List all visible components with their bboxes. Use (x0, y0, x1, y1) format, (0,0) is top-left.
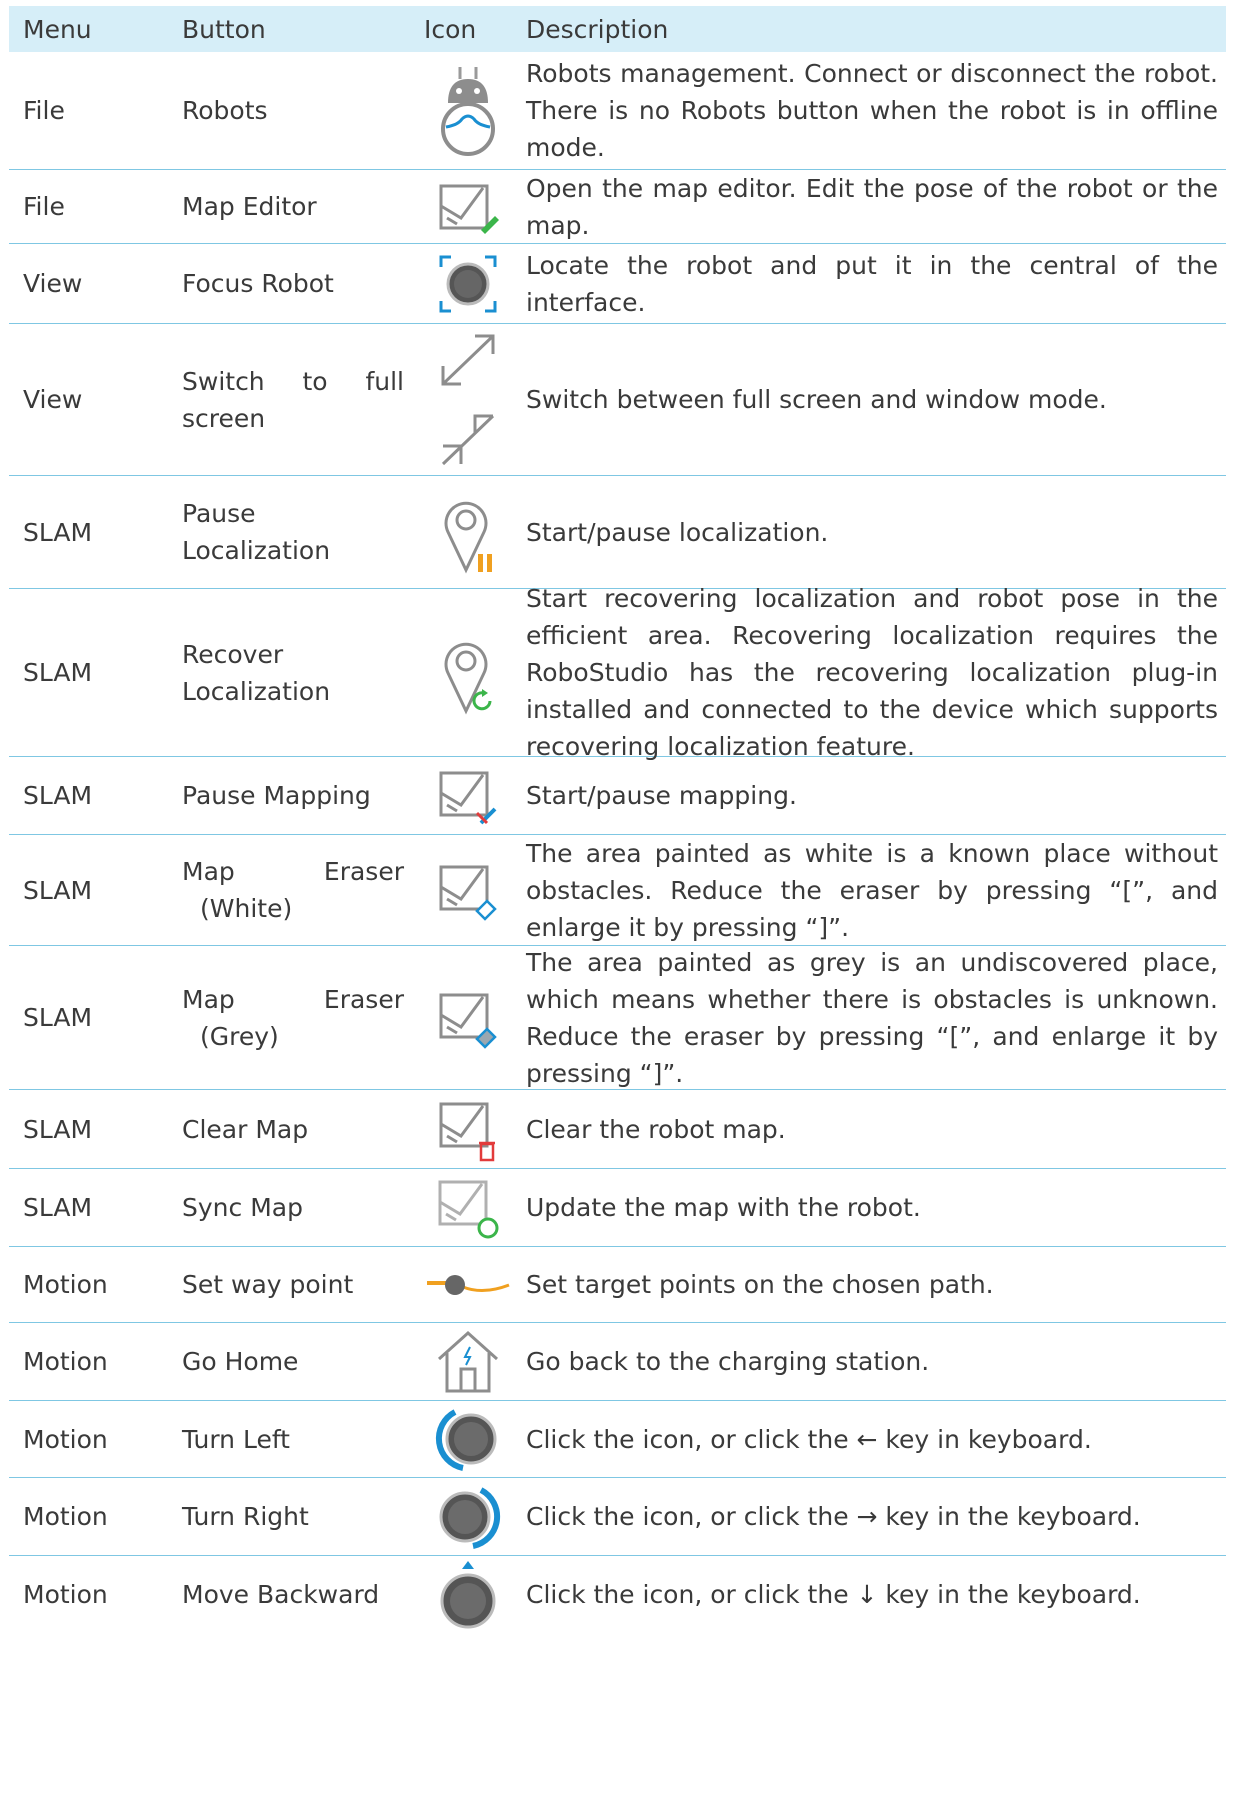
table-row: Motion Move Backward Click the icon, or … (9, 1556, 1226, 1633)
button-cell: Pause Localization (168, 495, 418, 569)
description-cell: Start/pause localization. (526, 517, 829, 547)
table-row: View Switch to full screen Switch betwee… (9, 324, 1226, 476)
menu-cell: Motion (23, 1580, 108, 1609)
button-label-line1: Pause (182, 499, 256, 528)
menu-cell: File (23, 192, 65, 221)
menu-cell: View (23, 269, 83, 298)
menu-cell: SLAM (23, 517, 93, 547)
button-label-line1: Map Eraser (182, 857, 404, 886)
description-cell: Click the icon, or click the → key in th… (526, 1502, 1141, 1531)
pause-localization-icon[interactable] (418, 490, 518, 574)
description-cell: Clear the robot map. (526, 1114, 786, 1144)
table-row: SLAM Pause Mapping Start/pause mapping. (9, 757, 1226, 835)
description-cell: Click the icon, or click the ← key in ke… (526, 1424, 1092, 1454)
header-description: Description (526, 14, 669, 44)
button-label-line1: Switch to full (182, 366, 404, 396)
menu-cell: File (23, 96, 65, 125)
home-icon[interactable] (418, 1329, 518, 1395)
table-row: SLAM Recover Localization Start recoveri… (9, 584, 1226, 761)
button-cell: Focus Robot (182, 269, 334, 298)
table-row: SLAM Clear Map Clear the robot map. (9, 1090, 1226, 1169)
sync-map-icon[interactable] (418, 1176, 518, 1240)
description-cell: Locate the robot and put it in the centr… (526, 250, 1218, 317)
menu-cell: SLAM (23, 658, 93, 687)
menu-cell: SLAM (23, 1114, 93, 1144)
menu-cell: Motion (23, 1347, 108, 1376)
menu-cell: SLAM (23, 875, 93, 905)
button-cell: Go Home (182, 1347, 299, 1376)
clear-map-icon[interactable] (418, 1096, 518, 1162)
table-row: SLAM Map Eraser (White) The area painted… (9, 835, 1226, 946)
button-cell: Pause Mapping (182, 781, 371, 810)
button-cell: Recover Localization (168, 636, 418, 710)
table-row: SLAM Sync Map Update the map with the ro… (9, 1169, 1226, 1247)
robot-icon[interactable] (418, 63, 518, 159)
description-cell: Set target points on the chosen path. (526, 1270, 994, 1299)
menu-cell: Motion (23, 1424, 108, 1454)
pause-mapping-icon[interactable] (418, 765, 518, 827)
button-cell: Turn Right (182, 1502, 309, 1531)
header-button: Button (182, 14, 266, 44)
menu-cell: Motion (23, 1502, 108, 1531)
button-label-line1: Recover (182, 639, 284, 669)
table-row: File Map Editor Open the map editor. Edi… (9, 170, 1226, 244)
focus-robot-icon[interactable] (418, 253, 518, 315)
table-header: Menu Button Icon Description (9, 6, 1226, 52)
recover-localization-icon[interactable] (418, 631, 518, 715)
button-reference-table: Menu Button Icon Description File Robots… (9, 6, 1226, 1633)
button-cell: Move Backward (182, 1580, 380, 1609)
table-row: Motion Turn Left Click the icon, or clic… (9, 1401, 1226, 1478)
table-row: SLAM Pause Localization Start/pause loca… (9, 476, 1226, 589)
header-icon: Icon (424, 14, 477, 44)
button-cell: Clear Map (182, 1114, 309, 1144)
turn-right-icon[interactable] (418, 1482, 518, 1552)
description-cell: Switch between full screen and window mo… (526, 385, 1107, 414)
description-cell: Robots management. Connect or disconnect… (526, 59, 1218, 162)
button-label-line2: Localization (182, 536, 331, 565)
way-point-icon[interactable] (418, 1265, 518, 1305)
description-cell: Open the map editor. Edit the pose of th… (526, 173, 1218, 240)
button-cell: Robots (182, 96, 268, 125)
button-label-line2: Localization (182, 676, 331, 706)
description-cell: Click the icon, or click the ↓ key in th… (526, 1580, 1141, 1609)
description-cell: Start/pause mapping. (526, 781, 797, 810)
button-label-line2: screen (182, 403, 266, 433)
button-label-line2: (Grey) (200, 1021, 279, 1051)
description-cell: Start recovering localization and robot … (526, 584, 1218, 761)
table-row: File Robots Robots management. Connect o… (9, 52, 1226, 170)
eraser-white-icon[interactable] (418, 859, 518, 921)
button-cell: Map Editor (182, 192, 317, 221)
menu-cell: Motion (23, 1270, 108, 1299)
turn-left-icon[interactable] (418, 1404, 518, 1474)
menu-cell: View (23, 385, 83, 414)
button-cell: Turn Left (182, 1424, 290, 1454)
header-menu: Menu (23, 14, 92, 44)
button-cell: Map Eraser (Grey) (168, 981, 418, 1055)
map-editor-icon[interactable] (418, 178, 518, 236)
description-cell: Go back to the charging station. (526, 1347, 930, 1376)
menu-cell: SLAM (23, 781, 93, 810)
description-cell: The area painted as grey is an undiscove… (526, 947, 1218, 1088)
menu-cell: SLAM (23, 1003, 93, 1032)
description-cell: Update the map with the robot. (526, 1193, 921, 1222)
table-row: Motion Set way point Set target points o… (9, 1247, 1226, 1323)
button-label-line1: Map Eraser (182, 984, 404, 1014)
fullscreen-icon[interactable] (418, 328, 518, 472)
eraser-grey-icon[interactable] (418, 987, 518, 1049)
button-cell: Switch to full screen (168, 363, 418, 437)
table-row: SLAM Map Eraser (Grey) The area painted … (9, 946, 1226, 1090)
table-row: View Focus Robot Locate the robot and pu… (9, 244, 1226, 324)
button-cell: Set way point (182, 1270, 354, 1299)
table-row: Motion Turn Right Click the icon, or cli… (9, 1478, 1226, 1556)
button-label-line2: (White) (200, 894, 293, 923)
description-cell: The area painted as white is a known pla… (526, 838, 1218, 942)
menu-cell: SLAM (23, 1193, 93, 1222)
button-cell: Sync Map (182, 1193, 303, 1222)
button-cell: Map Eraser (White) (168, 853, 418, 927)
move-backward-icon[interactable] (418, 1557, 518, 1633)
table-row: Motion Go Home Go back to the charging s… (9, 1323, 1226, 1401)
